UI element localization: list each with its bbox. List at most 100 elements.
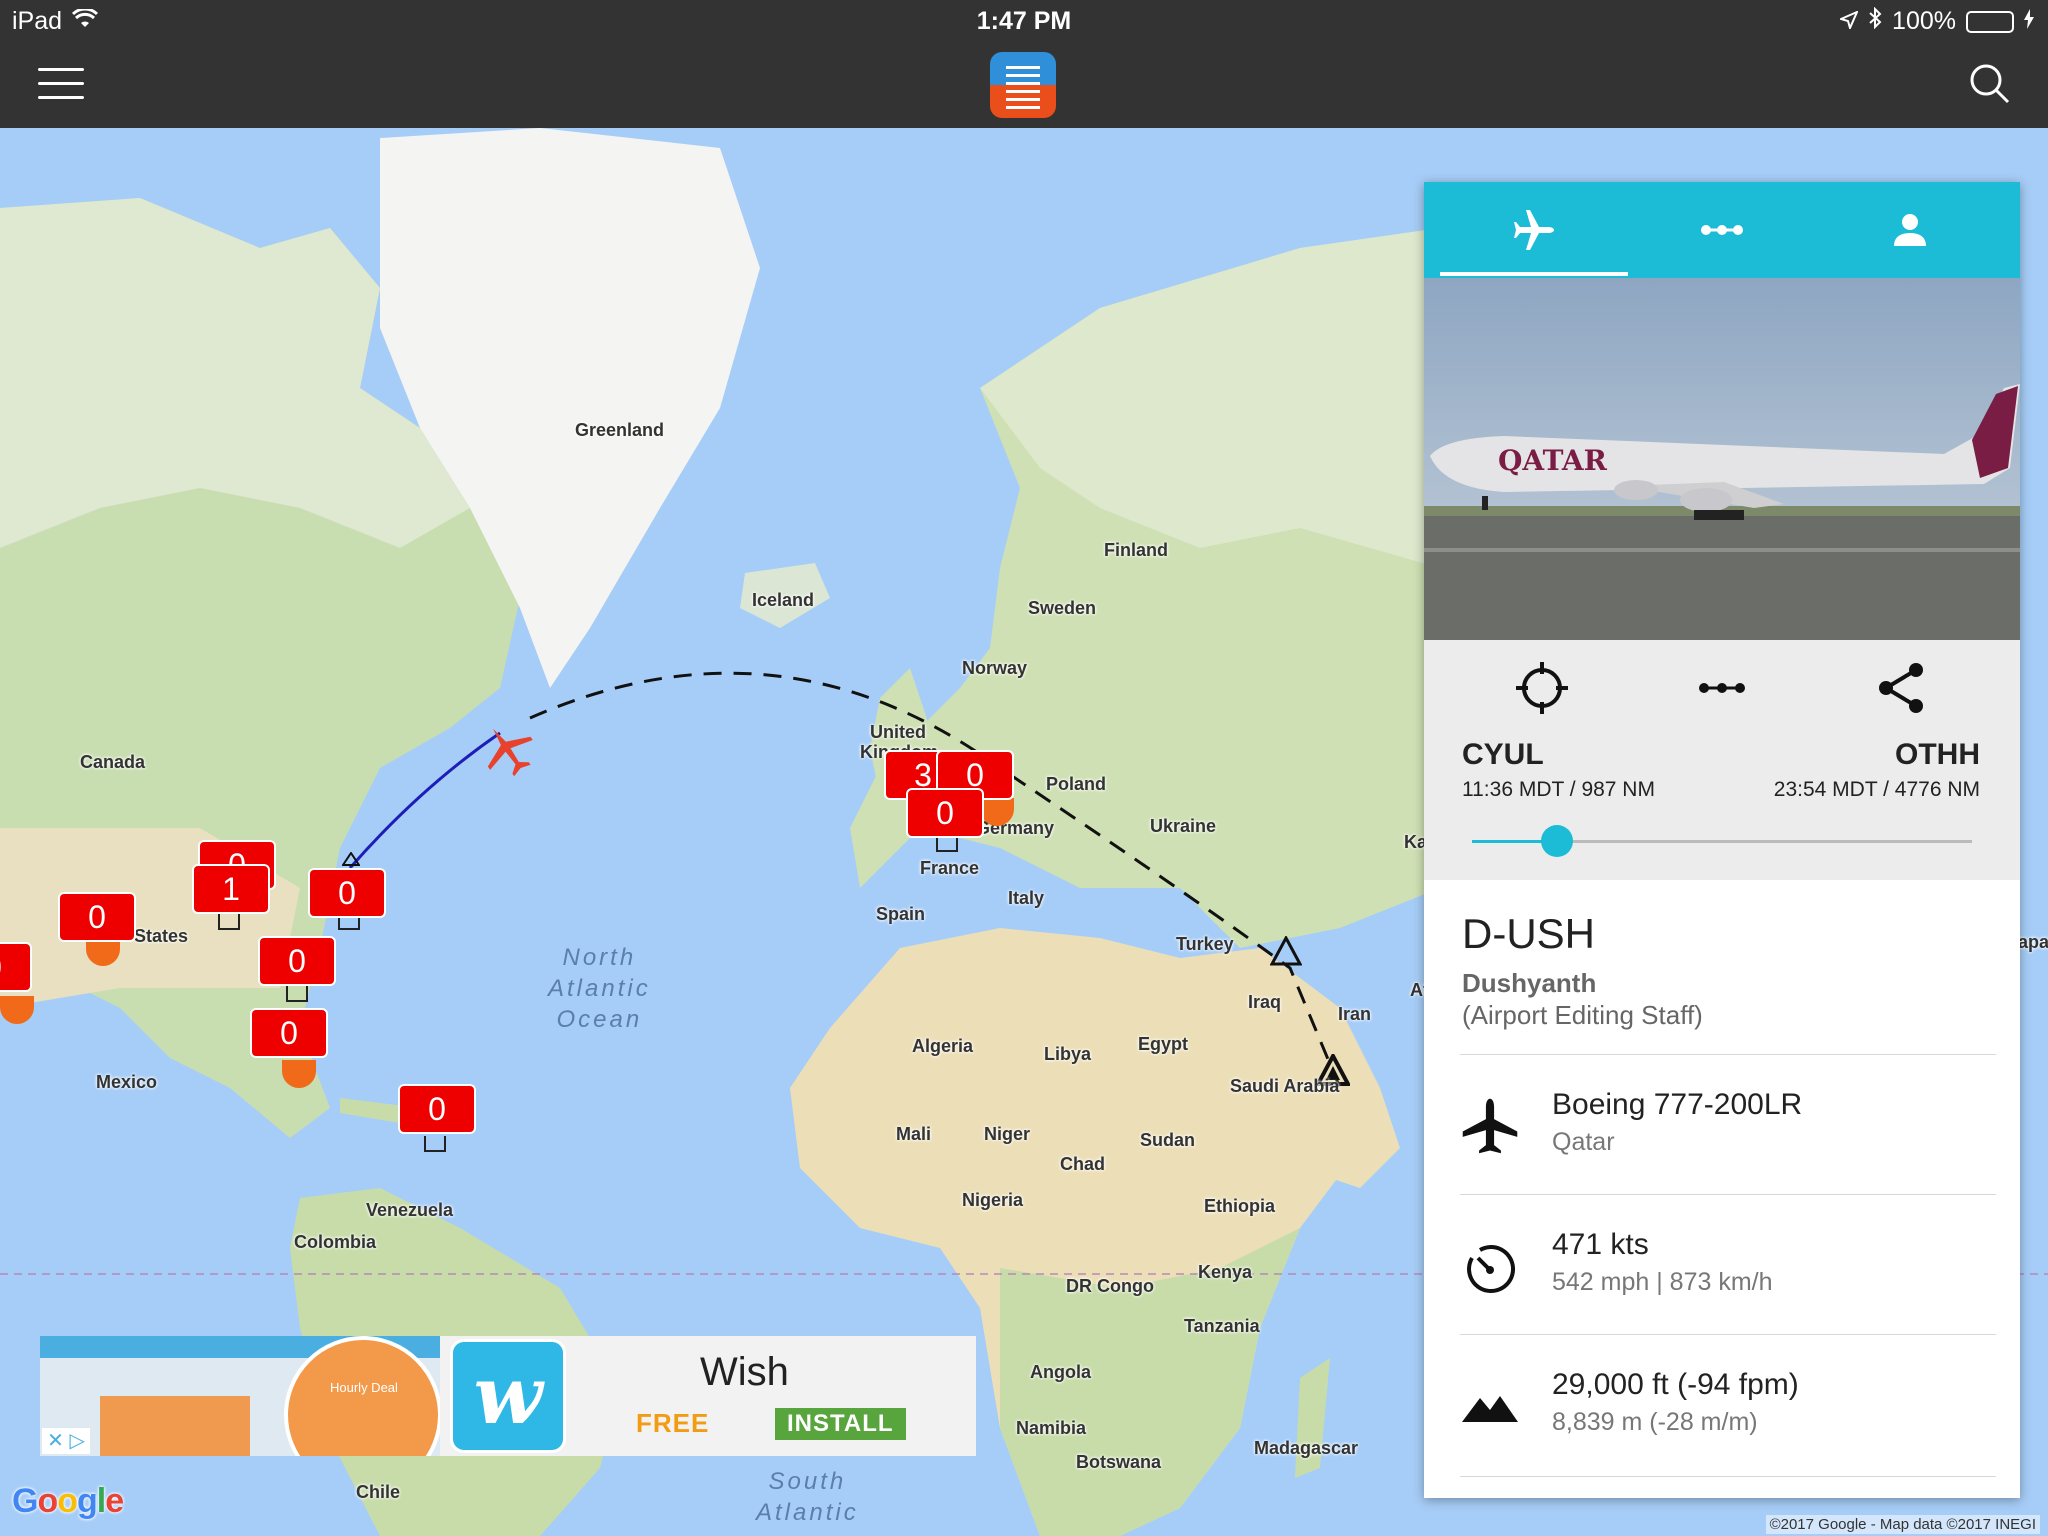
airline: Qatar <box>1552 1128 1615 1156</box>
share-icon[interactable] <box>1874 660 1930 716</box>
label-south-atlantic: South Atlantic <box>756 1466 859 1528</box>
label-sudan: Sudan <box>1140 1130 1196 1150</box>
marker-stub <box>936 836 958 852</box>
label-iraq: Iraq <box>1248 992 1282 1012</box>
pilot-name: Dushyanth <box>1462 968 1597 998</box>
google-logo: Google <box>12 1482 124 1520</box>
label-angola: Angola <box>1030 1362 1091 1382</box>
progress-thumb[interactable] <box>1541 825 1573 857</box>
route-dots-icon <box>1701 225 1743 235</box>
flight-count-marker[interactable]: 0 <box>308 868 386 918</box>
label-mexico: Mexico <box>96 1072 158 1092</box>
status-bar: iPad 1:47 PM 100% <box>0 0 2048 42</box>
label-mali: Mali <box>896 1124 932 1144</box>
route-icon[interactable] <box>1694 660 1750 716</box>
label-venezuela: Venezuela <box>366 1200 454 1220</box>
label-iran: Iran <box>1338 1004 1372 1024</box>
wish-app-icon: w <box>450 1339 566 1453</box>
ad-screenshot: Hourly Deal <box>40 1336 440 1456</box>
ocean-line-5: Atlantic <box>756 1499 859 1526</box>
label-united: United <box>870 722 926 742</box>
status-right: 100% <box>1838 6 2034 36</box>
flight-count-marker[interactable]: 0 <box>398 1084 476 1134</box>
ad-banner[interactable]: Hourly Deal ✕ ▷ w Wish FREE INSTALL <box>40 1336 976 1456</box>
speed-kts: 471 kts <box>1552 1228 1649 1261</box>
altitude: 29,000 ft (-94 fpm) <box>1552 1368 1799 1401</box>
ad-free-label: FREE <box>636 1408 710 1438</box>
label-sweden: Sweden <box>1028 598 1097 618</box>
battery-icon <box>1966 10 2014 33</box>
label-japan-partial: apar <box>2018 932 2048 952</box>
origin-time: 11:36 MDT / 987 NM <box>1462 778 1655 801</box>
label-algeria: Algeria <box>912 1036 974 1056</box>
tab-aircraft[interactable] <box>1440 182 1628 278</box>
marker-stub <box>286 986 308 1002</box>
flight-count-marker[interactable]: 1 <box>192 864 270 914</box>
ocean-line-3: Ocean <box>556 1006 643 1033</box>
ocean-line-1: North <box>562 944 637 971</box>
origin-marker-icon <box>342 852 360 866</box>
route-section: CYUL 11:36 MDT / 987 NM OTHH 23:54 MDT /… <box>1424 640 2020 880</box>
label-turkey: Turkey <box>1176 934 1234 954</box>
battery-percent: 100% <box>1892 7 1956 35</box>
person-icon <box>1894 214 1926 246</box>
crosshair-icon[interactable] <box>1514 660 1570 716</box>
location-arrow-icon <box>1838 7 1859 36</box>
speedometer-icon <box>1460 1238 1520 1298</box>
ad-close-button[interactable]: ✕ ▷ <box>42 1428 90 1454</box>
menu-icon[interactable] <box>38 68 84 100</box>
ocean-line-4: South <box>768 1468 847 1495</box>
speed-other: 542 mph | 873 km/h <box>1552 1268 1773 1296</box>
clock: 1:47 PM <box>976 7 1072 35</box>
airplane-icon <box>1514 210 1554 250</box>
label-canada: Canada <box>80 752 146 772</box>
label-poland: Poland <box>1046 774 1107 794</box>
photo-livery-text: QATAR <box>1498 444 1608 477</box>
flight-count-marker[interactable]: 0 <box>58 892 136 942</box>
marker-stub <box>424 1136 446 1152</box>
waypoint-triangle-icon <box>1270 936 1302 966</box>
label-dr-congo: DR Congo <box>1066 1276 1154 1296</box>
tab-route[interactable] <box>1628 182 1816 278</box>
flight-count-marker[interactable]: 0 <box>0 942 32 992</box>
destination-time: 23:54 MDT / 4776 NM <box>1773 778 1980 801</box>
label-norway: Norway <box>962 658 1028 678</box>
ocean-line-2: Atlantic <box>548 975 651 1002</box>
bluetooth-icon <box>1868 6 1882 36</box>
charging-icon <box>2024 7 2034 36</box>
divider <box>1460 1054 1996 1055</box>
label-ethiopia: Ethiopia <box>1204 1196 1275 1216</box>
label-iceland: Iceland <box>752 590 815 610</box>
airplane-icon <box>1460 1096 1520 1156</box>
label-botswana: Botswana <box>1076 1452 1162 1472</box>
aircraft-photo: QATAR <box>1424 278 2020 640</box>
divider <box>1460 1194 1996 1195</box>
label-finland: Finland <box>1104 540 1168 560</box>
destination-code: OTHH <box>1895 738 1980 771</box>
marker-stub <box>218 914 240 930</box>
label-niger: Niger <box>984 1124 1031 1144</box>
flight-count-marker[interactable]: 0 <box>250 1008 328 1058</box>
flight-count-marker[interactable]: 0 <box>906 788 984 838</box>
tab-pilot[interactable] <box>1816 182 2004 278</box>
label-italy: Italy <box>1008 888 1045 908</box>
flight-count-marker[interactable]: 0 <box>258 936 336 986</box>
label-ukraine: Ukraine <box>1150 816 1217 836</box>
label-france: France <box>920 858 980 878</box>
flight-progress-slider[interactable] <box>1472 825 1972 857</box>
ad-install-button[interactable]: INSTALL <box>775 1408 906 1440</box>
altitude-metric: 8,839 m (-28 m/m) <box>1552 1408 1758 1436</box>
label-chad: Chad <box>1060 1154 1105 1174</box>
aircraft-marker-icon[interactable] <box>478 720 538 780</box>
search-icon[interactable] <box>1968 62 2012 106</box>
nav-bar <box>0 42 2048 128</box>
divider <box>1460 1334 1996 1335</box>
origin-code: CYUL <box>1462 738 1544 771</box>
mountain-icon <box>1460 1378 1520 1438</box>
map-copyright: ©2017 Google - Map data ©2017 INEGI <box>1765 1515 2040 1534</box>
label-kenya: Kenya <box>1198 1262 1253 1282</box>
app-logo <box>990 52 1056 118</box>
label-greenland: Greenland <box>575 420 665 440</box>
aircraft-model: Boeing 777-200LR <box>1552 1088 1803 1121</box>
label-namibia: Namibia <box>1016 1418 1087 1438</box>
